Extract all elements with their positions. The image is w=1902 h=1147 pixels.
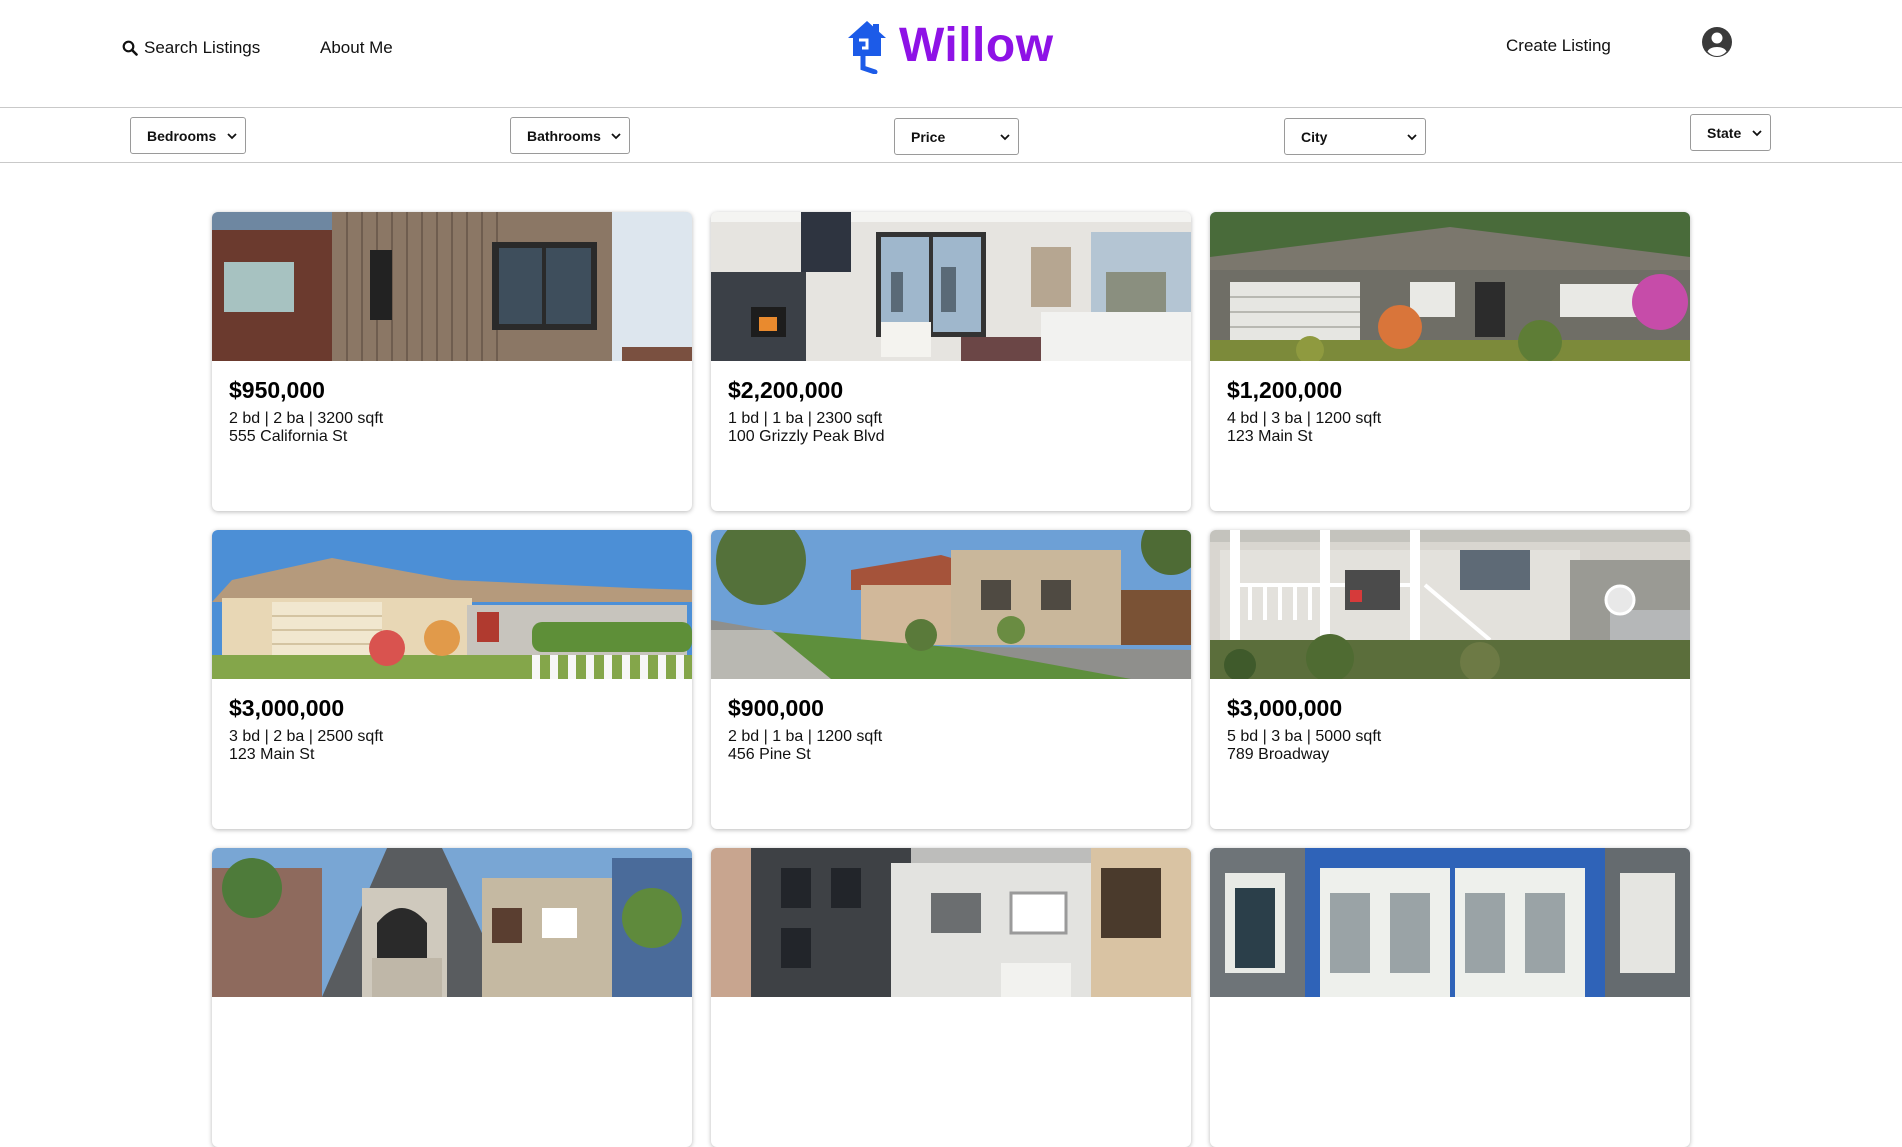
listing-card[interactable] [1210, 848, 1690, 1147]
search-listings-label: Search Listings [144, 38, 261, 57]
listing-photo [1210, 530, 1690, 679]
bathrooms-select-label: Bathrooms [527, 127, 601, 144]
listing-address: 789 Broadway [1227, 746, 1330, 763]
listing-address: 100 Grizzly Peak Blvd [728, 428, 885, 445]
listing-card[interactable]: $2,200,000 1 bd | 1 ba | 2300 sqft 100 G… [711, 212, 1191, 511]
listing-details: 2 bd | 2 ba | 3200 sqft [229, 410, 384, 427]
about-me-link[interactable]: About Me [320, 38, 393, 58]
listing-photo [212, 530, 692, 679]
listing-card[interactable]: $1,200,000 4 bd | 3 ba | 1200 sqft 123 M… [1210, 212, 1690, 511]
listing-address: 123 Main St [1227, 428, 1313, 445]
brand-logo[interactable]: Willow [845, 18, 1054, 74]
listing-photo [711, 848, 1191, 997]
create-listing-link[interactable]: Create Listing [1506, 36, 1611, 56]
state-select-label: State [1707, 124, 1742, 141]
listing-card[interactable]: $900,000 2 bd | 1 ba | 1200 sqft 456 Pin… [711, 530, 1191, 829]
bedrooms-select-label: Bedrooms [147, 127, 217, 144]
bedrooms-select[interactable]: Bedrooms [130, 117, 246, 154]
listing-photo [711, 212, 1191, 361]
listing-details: 4 bd | 3 ba | 1200 sqft [1227, 410, 1382, 427]
search-listings-link[interactable]: Search Listings [122, 38, 260, 58]
listing-address: 123 Main St [229, 746, 315, 763]
house-logo-icon [848, 21, 886, 74]
listing-card[interactable] [212, 848, 692, 1147]
top-navigation: Search Listings About Me Willow Create L… [0, 0, 1902, 108]
listing-address: 555 California St [229, 428, 348, 445]
listing-details: 1 bd | 1 ba | 2300 sqft [728, 410, 883, 427]
listing-card[interactable]: $950,000 2 bd | 2 ba | 3200 sqft 555 Cal… [212, 212, 692, 511]
listing-details: 2 bd | 1 ba | 1200 sqft [728, 728, 883, 745]
city-select-label: City [1301, 128, 1328, 145]
search-icon [122, 40, 138, 56]
bathrooms-select[interactable]: Bathrooms [510, 117, 630, 154]
listing-photo [711, 530, 1191, 679]
listing-price: $900,000 [728, 695, 824, 721]
chevron-down-icon [1407, 133, 1417, 140]
filter-bar: Bedrooms Bathrooms Price City State [0, 108, 1902, 163]
listing-photo [212, 212, 692, 361]
listing-details: 5 bd | 3 ba | 5000 sqft [1227, 728, 1382, 745]
listing-price: $1,200,000 [1227, 377, 1343, 403]
listing-price: $2,200,000 [728, 377, 844, 403]
listing-photo [1210, 848, 1690, 997]
listings-grid: $950,000 2 bd | 2 ba | 3200 sqft 555 Cal… [212, 212, 1690, 1147]
listing-price: $3,000,000 [1227, 695, 1343, 721]
listing-card[interactable] [711, 848, 1191, 1147]
listing-card[interactable]: $3,000,000 5 bd | 3 ba | 5000 sqft 789 B… [1210, 530, 1690, 829]
chevron-down-icon [1000, 133, 1010, 140]
price-select-label: Price [911, 128, 946, 145]
listing-card[interactable]: $3,000,000 3 bd | 2 ba | 2500 sqft 123 M… [212, 530, 692, 829]
chevron-down-icon [1752, 129, 1762, 136]
chevron-down-icon [611, 132, 621, 139]
city-select[interactable]: City [1284, 118, 1426, 155]
logo-text: Willow [899, 19, 1054, 72]
listing-price: $3,000,000 [229, 695, 345, 721]
listing-details: 3 bd | 2 ba | 2500 sqft [229, 728, 384, 745]
state-select[interactable]: State [1690, 114, 1771, 151]
price-select[interactable]: Price [894, 118, 1019, 155]
user-avatar-icon[interactable] [1701, 26, 1733, 58]
listing-address: 456 Pine St [728, 746, 811, 763]
chevron-down-icon [227, 132, 237, 139]
listing-photo [212, 848, 692, 997]
listing-photo [1210, 212, 1690, 361]
listing-price: $950,000 [229, 377, 325, 403]
